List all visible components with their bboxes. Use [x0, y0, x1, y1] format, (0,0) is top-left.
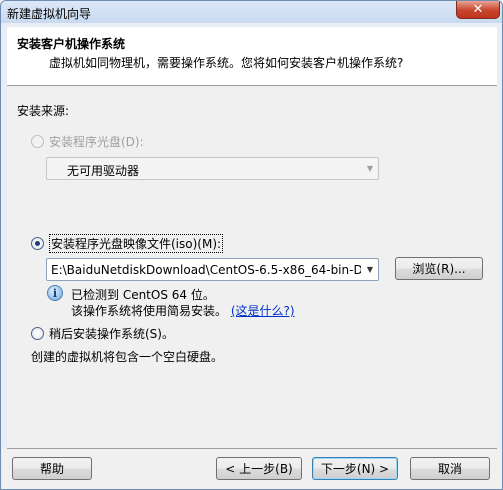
chevron-down-icon: ▼: [366, 164, 374, 173]
disc-radio[interactable]: [31, 135, 44, 148]
install-later-radio[interactable]: [31, 327, 44, 340]
iso-path-select[interactable]: E:\BaiduNetdiskDownload\CentOS-6.5-x86_6…: [46, 258, 379, 281]
disc-radio-label: 安装程序光盘(D):: [49, 135, 144, 149]
iso-radio-label: 安装程序光盘映像文件(iso)(M):: [49, 234, 224, 253]
close-icon: ✕: [472, 2, 484, 17]
drive-select-value: 无可用驱动器: [67, 164, 140, 178]
install-source-label: 安装来源:: [17, 104, 70, 118]
page-subtitle: 虚拟机如同物理机，需要操作系统。您将如何安装客户机操作系统?: [49, 56, 404, 70]
iso-radio[interactable]: [31, 237, 44, 250]
window-title: 新建虚拟机向导: [7, 7, 92, 21]
next-button[interactable]: 下一步(N) >: [312, 457, 398, 480]
back-button[interactable]: < 上一步(B): [216, 457, 302, 480]
info-icon: i: [47, 285, 63, 301]
close-button[interactable]: ✕: [456, 1, 500, 19]
title-bar[interactable]: 新建虚拟机向导 ✕: [1, 1, 502, 23]
browse-button[interactable]: 浏览(R)...: [395, 257, 483, 280]
page-title: 安装客户机操作系统: [17, 37, 126, 51]
help-button[interactable]: 帮助: [12, 457, 92, 480]
cancel-button[interactable]: 取消: [410, 457, 490, 480]
wizard-header: 安装客户机操作系统 虚拟机如同物理机，需要操作系统。您将如何安装客户机操作系统?: [7, 27, 497, 86]
iso-path-value: E:\BaiduNetdiskDownload\CentOS-6.5-x86_6…: [51, 263, 361, 277]
wizard-footer: 帮助 < 上一步(B) 下一步(N) > 取消: [2, 449, 502, 489]
easy-install-message: 该操作系统将使用简易安装。 (这是什么?): [71, 302, 295, 319]
easy-install-text: 该操作系统将使用简易安装。: [71, 304, 228, 318]
drive-select[interactable]: 无可用驱动器 ▼: [46, 157, 379, 180]
what-is-this-link[interactable]: (这是什么?): [231, 304, 295, 318]
chevron-down-icon: ▼: [366, 265, 374, 274]
detection-message: 已检测到 CentOS 64 位。: [71, 288, 215, 302]
wizard-content: 安装来源: 安装程序光盘(D): 无可用驱动器 ▼ 安装程序光盘映像文件(iso…: [7, 87, 497, 447]
wizard-window: 新建虚拟机向导 ✕ 安装客户机操作系统 虚拟机如同物理机，需要操作系统。您将如何…: [0, 0, 503, 490]
install-later-description: 创建的虚拟机将包含一个空白硬盘。: [31, 350, 224, 364]
install-later-label: 稍后安装操作系统(S)。: [49, 327, 174, 341]
